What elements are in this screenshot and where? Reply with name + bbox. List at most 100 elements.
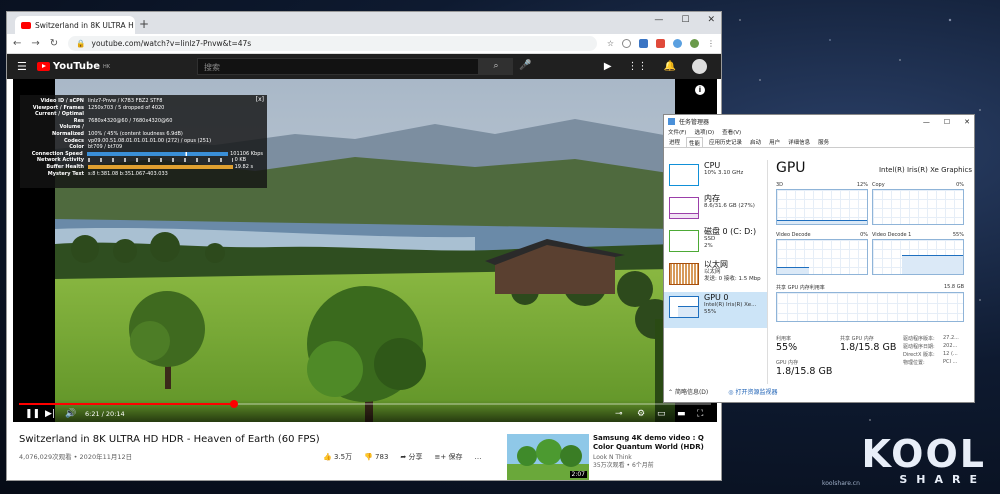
shared-gpu-memory-graph: 共享 GPU 内存利用率 15.8 GB: [776, 284, 964, 322]
open-resource-monitor-link[interactable]: ◎ 打开资源监视器: [728, 387, 777, 396]
driver-date: 驱动程序日期: 202...: [903, 343, 958, 350]
bookmark-star-icon[interactable]: ☆: [607, 39, 614, 48]
share-icon: ➦: [400, 453, 407, 461]
menu-dots-icon[interactable]: ⋮: [707, 39, 715, 48]
theater-mode-icon[interactable]: ▬: [677, 409, 686, 419]
resource-gpu[interactable]: GPU 0 Intel(R) Iris(R) Xe... 55%: [664, 292, 767, 328]
minimize-icon[interactable]: —: [654, 15, 663, 25]
recommended-title: Samsung 4K demo video : Q Color Quantum …: [593, 434, 704, 451]
back-icon[interactable]: ←: [13, 38, 21, 49]
tab-performance[interactable]: 性能: [686, 137, 704, 147]
tab-startup[interactable]: 启动: [748, 137, 763, 147]
maximize-icon[interactable]: ☐: [681, 15, 689, 25]
resource-memory[interactable]: 内存 8.6/31.6 GB (27%): [664, 193, 767, 226]
address-bar[interactable]: 🔒 youtube.com/watch?v=linlz7-Pnvw&t=47s: [68, 36, 597, 51]
video-player[interactable]: [x] Video ID / sCPN linlz7-Pnvw / K7B3 FB…: [13, 79, 717, 422]
stats-row: Volume /: [59, 124, 84, 131]
stats-row: Res 7680x4320@60 / 7680x4320@60: [73, 117, 173, 124]
youtube-play-logo-icon: [36, 62, 50, 71]
video-title: Switzerland in 8K ULTRA HD HDR - Heaven …: [19, 434, 320, 445]
reload-icon[interactable]: ↻: [50, 38, 58, 49]
tm-footer: ⌃ 简略信息(D) ◎ 打开资源监视器: [668, 387, 777, 396]
tab-details[interactable]: 详细信息: [786, 137, 812, 147]
resource-cpu[interactable]: CPU 10% 3.10 GHz: [664, 160, 767, 193]
menu-options[interactable]: 选项(O): [694, 128, 714, 137]
account-avatar[interactable]: [692, 59, 707, 74]
extension-icon[interactable]: [656, 39, 665, 48]
gpu-detail-panel: GPU Intel(R) Iris(R) Xe Graphics 3D 12% C…: [776, 160, 972, 377]
youtube-header-icons: ▶ ⋮⋮ 🔔: [604, 59, 707, 74]
notifications-bell-icon[interactable]: 🔔: [664, 61, 676, 72]
stats-row: Color bt709 / bt709: [69, 144, 123, 151]
extension-icon[interactable]: [639, 39, 648, 48]
miniplayer-icon[interactable]: ▭: [657, 409, 666, 419]
forward-icon[interactable]: →: [31, 38, 39, 49]
settings-gear-icon[interactable]: ⚙: [637, 409, 645, 419]
fewer-details-button[interactable]: ⌃ 简略信息(D): [668, 387, 708, 396]
gpu-title: GPU: [776, 160, 806, 176]
tab-services[interactable]: 服务: [816, 137, 831, 147]
browser-tab[interactable]: Switzerland in 8K ULTRA H ×: [15, 16, 135, 34]
profile-avatar[interactable]: [690, 39, 699, 48]
tab-bar: Switzerland in 8K ULTRA H × + — ☐ ✕: [7, 12, 721, 34]
more-button[interactable]: …: [475, 453, 482, 461]
stats-row: Connection Speed 101106 Kbps: [31, 150, 263, 157]
like-button[interactable]: 👍 3.5万: [323, 452, 352, 462]
engine-video-decode-1-graph: Video Decode 1 55%: [872, 232, 964, 275]
search-button[interactable]: ⌕: [479, 58, 513, 75]
progress-bar[interactable]: [19, 400, 711, 408]
progress-fill: [19, 403, 234, 405]
gpu-utilization: 利用率 55%: [776, 336, 798, 353]
tab-users[interactable]: 用户: [767, 137, 782, 147]
watermark-site: koolshare.cn: [822, 480, 860, 487]
close-icon[interactable]: ✕: [964, 118, 970, 126]
lock-icon: 🔒: [76, 39, 86, 48]
extension-icon[interactable]: [673, 39, 682, 48]
disk-mini-graph: [669, 230, 699, 252]
recommended-channel: Look N Think: [593, 454, 632, 461]
progress-scrubber[interactable]: [229, 400, 238, 408]
youtube-logo[interactable]: YouTube HK: [36, 61, 110, 72]
resource-ethernet[interactable]: 以太网 以太网 发送: 0 接收: 1.5 Mbp: [664, 259, 767, 292]
connection-speed-graph: [86, 151, 229, 156]
tab-app-history[interactable]: 应用历史记录: [707, 137, 744, 147]
close-icon[interactable]: ✕: [707, 15, 715, 25]
autoplay-toggle[interactable]: ⊸: [615, 409, 623, 419]
tab-processes[interactable]: 进程: [667, 137, 682, 147]
memory-mini-graph: [669, 197, 699, 219]
thumbs-up-icon: 👍: [323, 453, 332, 461]
tm-titlebar: 任务管理器 — ☐ ✕: [664, 115, 974, 128]
info-icon[interactable]: i: [695, 85, 705, 95]
save-playlist-icon: ≡+: [434, 453, 447, 461]
save-button[interactable]: ≡+ 保存: [435, 452, 463, 462]
search-input[interactable]: 搜索: [197, 58, 479, 75]
resource-list: CPU 10% 3.10 GHz 内存 8.6/31.6 GB (27%) 磁盘…: [664, 160, 768, 384]
extension-icon[interactable]: [622, 39, 631, 48]
minimize-icon[interactable]: —: [923, 118, 930, 126]
share-button[interactable]: ➦ 分享: [400, 452, 422, 462]
new-tab-button[interactable]: +: [139, 17, 149, 31]
recommended-video[interactable]: 2:07 Samsung 4K demo video : Q Color Qua…: [507, 434, 717, 480]
shared-gpu-memory: 共享 GPU 内存 1.8/15.8 GB: [840, 336, 897, 353]
maximize-icon[interactable]: ☐: [944, 118, 950, 126]
apps-grid-icon[interactable]: ⋮⋮: [628, 61, 648, 72]
stats-for-nerds-panel: [x] Video ID / sCPN linlz7-Pnvw / K7B3 FB…: [20, 95, 267, 188]
microphone-icon[interactable]: 🎤: [519, 60, 531, 71]
hamburger-menu-icon[interactable]: ☰: [17, 60, 27, 73]
menu-file[interactable]: 文件(F): [668, 128, 686, 137]
stats-close-button[interactable]: [x]: [256, 96, 264, 104]
pause-icon[interactable]: ❚❚: [25, 409, 40, 419]
thumbs-down-icon: 👎: [364, 453, 373, 461]
volume-icon[interactable]: 🔊: [65, 409, 76, 419]
browser-window: Switzerland in 8K ULTRA H × + — ☐ ✕ ← → …: [6, 11, 722, 481]
engine-3d-graph: 3D 12%: [776, 182, 868, 225]
stats-row: Normalized 100% / 45% (content loudness 6…: [52, 130, 183, 137]
stats-row: Network Activity 0 KB: [36, 157, 247, 164]
menu-view[interactable]: 查看(V): [722, 128, 741, 137]
recommended-meta: Look N Think 35万次观看 • 6个月前: [593, 454, 654, 470]
dislike-button[interactable]: 👎 783: [364, 453, 388, 461]
resource-disk[interactable]: 磁盘 0 (C: D:) SSD 2%: [664, 226, 767, 259]
next-icon[interactable]: ▶|: [45, 409, 55, 419]
create-video-icon[interactable]: ▶: [604, 61, 612, 72]
fullscreen-icon[interactable]: ⛶: [697, 409, 703, 419]
